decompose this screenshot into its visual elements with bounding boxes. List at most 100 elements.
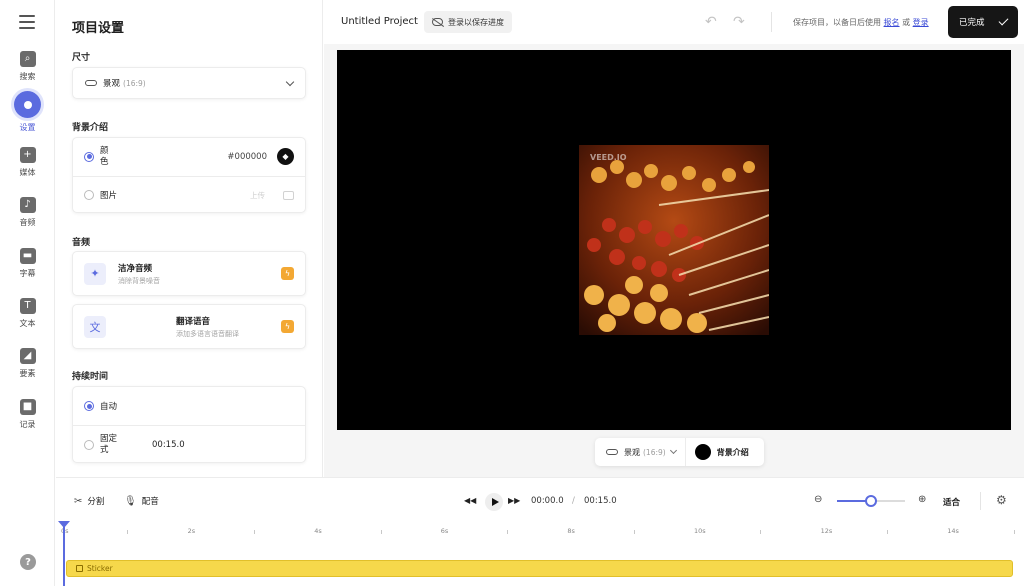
save-hint: 保存项目，以备日后使用 报名 或 登录 — [793, 17, 929, 28]
ruler-tick — [886, 530, 888, 534]
playhead-handle[interactable] — [58, 521, 70, 528]
translate-icon: 文 — [84, 315, 106, 338]
ruler-tick — [760, 530, 762, 534]
background-card: 颜色 #000000 ◆ 图片 上传 — [72, 137, 306, 213]
project-name[interactable]: Untitled Project — [341, 16, 418, 27]
divider — [771, 12, 772, 32]
plus-icon: + — [19, 147, 36, 163]
done-button[interactable]: 已完成 — [948, 6, 1018, 38]
fixed-duration-value[interactable]: 00:15.0 — [152, 440, 185, 450]
ruler-tick — [633, 530, 635, 534]
fit-button[interactable]: 适合 — [943, 496, 960, 508]
audio-label: 音频 — [72, 238, 91, 248]
track-label: Sticker — [87, 564, 113, 573]
clean-audio-subtitle: 消除背景噪音 — [118, 276, 160, 285]
voiceover-button[interactable]: 🎙 配音 — [124, 495, 159, 508]
fast-forward-icon[interactable]: ▶▶ — [508, 496, 520, 505]
rail-item-media[interactable]: + 媒体 — [0, 141, 55, 187]
save-hint-text: 保存项目，以备日后使用 — [793, 18, 881, 27]
image-option-row[interactable]: 图片 上传 — [73, 177, 305, 213]
clean-audio-card[interactable]: ✦ 洁净音频 消除背景噪音 ϟ — [72, 251, 306, 296]
project-settings-panel: 项目设置 尺寸 景观 (16:9) 背景介绍 颜色 #000000 ◆ 图片 上… — [56, 0, 323, 477]
sticker-icon — [76, 565, 83, 572]
upload-link[interactable]: 上传 — [250, 190, 265, 201]
video-camera-icon: ■ — [19, 399, 36, 415]
login-link[interactable]: 登录 — [913, 18, 929, 27]
rail-label: 文本 — [19, 319, 36, 328]
chevron-down-icon — [669, 446, 677, 455]
lightning-icon: ϟ — [281, 320, 294, 333]
check-icon — [998, 15, 1009, 26]
clean-audio-title: 洁净音频 — [118, 263, 153, 274]
background-button[interactable]: 背景介绍 — [686, 444, 749, 460]
color-option-label: 颜色 — [100, 145, 109, 167]
rail-item-subtitles[interactable]: ▬ 字幕 — [0, 242, 55, 288]
chevron-down-icon — [285, 77, 295, 86]
timeline-toolbar: ✂ 分割 🎙 配音 ◀◀ ▶▶ 00:00.0 / 00:15.0 ⊖ ⊕ 适合… — [56, 477, 1024, 523]
login-to-save-chip[interactable]: 登录以保存进度 — [424, 11, 512, 33]
auto-option-row[interactable]: 自动 — [73, 387, 305, 425]
ruler-label: 12s — [820, 527, 833, 535]
canvas-options-bar: 景观 (16:9) 背景介绍 — [595, 438, 764, 466]
paint-bucket-icon[interactable]: ◆ — [277, 148, 294, 165]
or-text: 或 — [902, 18, 911, 27]
playhead[interactable] — [63, 521, 65, 586]
time-separator: / — [572, 496, 575, 506]
aspect-value: 景观 — [624, 447, 640, 457]
color-hex-value[interactable]: #000000 — [227, 152, 267, 162]
zoom-in-icon[interactable]: ⊕ — [918, 494, 926, 505]
rail-item-elements[interactable]: ◢ 要素 — [0, 342, 55, 388]
duration-label: 持续时间 — [72, 372, 109, 382]
rail-item-settings[interactable]: 设置 — [0, 91, 55, 137]
translate-voice-card[interactable]: 文 翻译语音 添加多语言语音翻译 ϟ — [72, 304, 306, 349]
auto-radio[interactable] — [84, 401, 94, 411]
split-label: 分割 — [87, 497, 105, 507]
rail-item-audio[interactable]: ♪ 音频 — [0, 191, 55, 237]
done-label: 已完成 — [959, 18, 985, 28]
rail-item-text[interactable]: T 文本 — [0, 292, 55, 338]
undo-icon[interactable]: ↶ — [705, 14, 717, 30]
help-icon[interactable]: ? — [20, 554, 36, 570]
music-note-icon: ♪ — [19, 197, 36, 213]
rail-item-record[interactable]: ■ 记录 — [0, 393, 55, 439]
gear-icon[interactable]: ⚙ — [996, 493, 1007, 507]
rewind-icon[interactable]: ◀◀ — [464, 496, 476, 505]
ruler-tick — [380, 530, 382, 534]
aspect-ratio: (16:9) — [643, 447, 666, 457]
zoom-slider[interactable] — [837, 495, 905, 507]
search-icon: ⌕ — [19, 51, 36, 67]
duration-card: 自动 固定式 00:15.0 — [72, 386, 306, 463]
sticker-icon: ◢ — [19, 348, 36, 364]
current-time: 00:00.0 — [531, 496, 564, 506]
top-bar: Untitled Project 登录以保存进度 ↶ ↷ 保存项目，以备日后使用… — [324, 0, 1024, 44]
text-icon: T — [19, 298, 36, 314]
fixed-radio[interactable] — [84, 439, 94, 450]
size-label: 尺寸 — [72, 53, 91, 63]
lightning-icon: ϟ — [281, 267, 294, 280]
play-button[interactable] — [485, 493, 503, 511]
zoom-slider-handle[interactable] — [865, 495, 877, 507]
background-label: 背景介绍 — [72, 123, 109, 133]
zoom-out-icon[interactable]: ⊖ — [814, 494, 822, 505]
ruler-tick — [1013, 530, 1015, 534]
fixed-option-row[interactable]: 固定式 00:15.0 — [73, 426, 305, 463]
menu-icon[interactable] — [19, 15, 35, 29]
scissors-icon: ✂ — [74, 495, 83, 507]
image-radio[interactable] — [84, 190, 94, 200]
cloud-off-icon — [432, 18, 443, 26]
redo-icon[interactable]: ↷ — [733, 14, 745, 30]
split-button[interactable]: ✂ 分割 — [74, 495, 105, 508]
media-image-skewers[interactable] — [579, 145, 769, 335]
size-dropdown[interactable]: 景观 (16:9) — [72, 67, 306, 99]
voice-label: 配音 — [141, 497, 159, 507]
sticker-track[interactable]: Sticker — [66, 560, 1013, 577]
color-radio[interactable] — [84, 151, 94, 162]
signup-link[interactable]: 报名 — [884, 18, 900, 27]
rail-item-search[interactable]: ⌕ 搜索 — [0, 45, 55, 91]
image-option-label: 图片 — [100, 191, 118, 201]
aspect-ratio-dropdown[interactable]: 景观 (16:9) — [595, 438, 686, 466]
landscape-icon — [606, 449, 618, 455]
color-option-row[interactable]: 颜色 #000000 ◆ — [73, 138, 305, 175]
save-chip-label: 登录以保存进度 — [448, 17, 504, 27]
rail-label: 记录 — [19, 420, 36, 429]
